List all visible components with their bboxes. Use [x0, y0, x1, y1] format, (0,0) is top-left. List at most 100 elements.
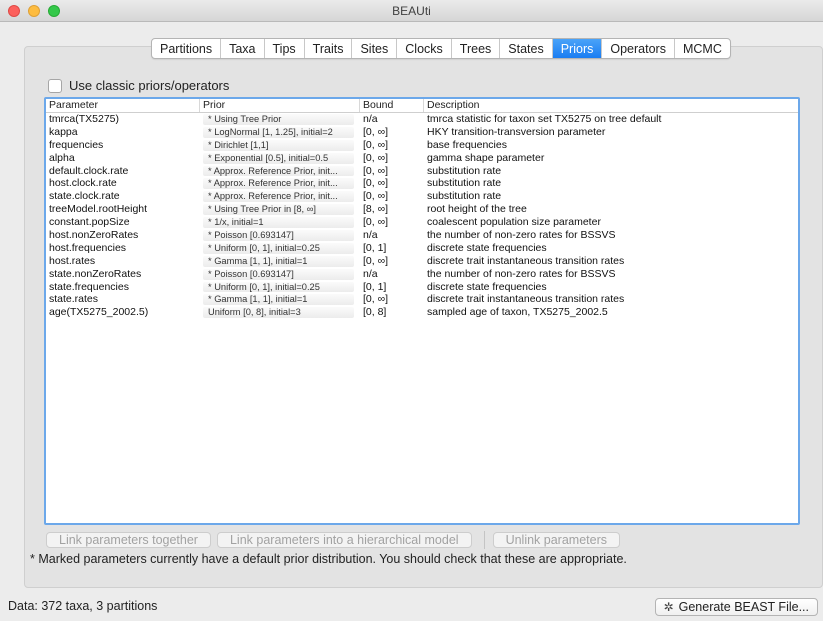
table-row[interactable]: tmrca(TX5275) * Using Tree Prior n/a tmrca … [46, 113, 798, 126]
bound-cell: [0, 8] [363, 306, 387, 319]
prior-button[interactable]: * Uniform [0, 1], initial=0.25 [203, 281, 354, 293]
description-cell: discrete state frequencies [427, 241, 547, 254]
bound-cell: [0, ∞] [363, 151, 388, 164]
link-hierarchical-button[interactable]: Link parameters into a hierarchical mode… [216, 532, 472, 548]
unlink-parameters-button[interactable]: Unlink parameters [492, 532, 620, 548]
priors-table[interactable]: Parameter Prior Bound Description tmrca(… [44, 97, 800, 525]
column-header-prior[interactable]: Prior [200, 99, 360, 112]
tab-tips[interactable]: Tips [265, 39, 305, 58]
generate-button-label: Generate BEAST File... [678, 600, 809, 614]
classic-priors-option: Use classic priors/operators [48, 78, 229, 93]
prior-button[interactable]: * 1/x, initial=1 [203, 217, 354, 229]
prior-button[interactable]: * LogNormal [1, 1.25], initial=2 [203, 126, 354, 138]
bound-cell: [0, ∞] [363, 164, 388, 177]
prior-button[interactable]: * Gamma [1, 1], initial=1 [203, 294, 354, 306]
parameter-cell: alpha [49, 151, 75, 164]
parameter-cell: kappa [49, 125, 78, 138]
status-bar: Data: 372 taxa, 3 partitions ✲ Generate … [0, 589, 823, 621]
link-parameters-button[interactable]: Link parameters together [46, 532, 211, 548]
tab-priors[interactable]: Priors [552, 39, 603, 58]
prior-button[interactable]: * Poisson [0.693147] [203, 230, 354, 241]
table-row[interactable]: host.nonZeroRates * Poisson [0.693147] n/a… [46, 229, 798, 242]
table-header: Parameter Prior Bound Description [46, 99, 798, 113]
bound-cell: [0, ∞] [363, 254, 388, 267]
description-cell: the number of non-zero rates for BSSVS [427, 229, 616, 242]
parameter-cell: default.clock.rate [49, 164, 129, 177]
table-row[interactable]: alpha * Exponential [0.5], initial=0.5 [0,… [46, 152, 798, 165]
table-row[interactable]: default.clock.rate * Approx. Reference Pr… [46, 165, 798, 178]
column-header-parameter[interactable]: Parameter [46, 99, 200, 112]
prior-button[interactable]: * Approx. Reference Prior, init... [203, 178, 354, 190]
tab-taxa[interactable]: Taxa [221, 39, 265, 58]
table-row[interactable]: age(TX5275_2002.5) Uniform [0, 8], initia… [46, 306, 798, 319]
prior-button[interactable]: * Poisson [0.693147] [203, 268, 354, 280]
bound-cell: [0, ∞] [363, 125, 388, 138]
tab-sites[interactable]: Sites [352, 39, 398, 58]
parameter-cell: treeModel.rootHeight [49, 203, 148, 216]
parameter-link-buttons: Link parameters together Link parameters… [46, 531, 626, 549]
tab-trees[interactable]: Trees [452, 39, 501, 58]
prior-button[interactable]: * Using Tree Prior [203, 114, 354, 125]
prior-button[interactable]: * Using Tree Prior in [8, ∞] [203, 204, 354, 216]
table-row[interactable]: host.frequencies * Uniform [0, 1], initia… [46, 242, 798, 255]
default-prior-note: * Marked parameters currently have a def… [30, 552, 627, 566]
description-cell: base frequencies [427, 138, 507, 151]
table-row[interactable]: host.rates * Gamma [1, 1], initial=1 [0, ∞… [46, 255, 798, 268]
prior-button[interactable]: * Gamma [1, 1], initial=1 [203, 255, 354, 267]
description-cell: sampled age of taxon, TX5275_2002.5 [427, 306, 608, 319]
tab-states[interactable]: States [500, 39, 553, 58]
parameter-cell: state.nonZeroRates [49, 267, 142, 280]
bound-cell: [8, ∞] [363, 203, 388, 216]
description-cell: coalescent population size parameter [427, 216, 601, 229]
bound-cell: [0, 1] [363, 241, 387, 254]
classic-priors-checkbox[interactable] [48, 78, 62, 93]
table-row[interactable]: state.rates * Gamma [1, 1], initial=1 [0, … [46, 293, 798, 306]
prior-button[interactable]: * Dirichlet [1,1] [203, 139, 354, 151]
tab-operators[interactable]: Operators [602, 39, 675, 58]
description-cell: discrete state frequencies [427, 280, 547, 293]
description-cell: tmrca statistic for taxon set TX5275 on … [427, 113, 662, 125]
classic-priors-label: Use classic priors/operators [69, 78, 230, 93]
tab-bar: Partitions Taxa Tips Traits Sites Clocks Trees… [151, 38, 731, 59]
table-row[interactable]: constant.popSize * 1/x, initial=1 [0, ∞] co… [46, 216, 798, 229]
description-cell: discrete trait instantaneous transition … [427, 293, 625, 306]
parameter-cell: constant.popSize [49, 216, 130, 229]
parameter-cell: host.nonZeroRates [49, 229, 139, 242]
table-row[interactable]: state.frequencies * Uniform [0, 1], initi… [46, 281, 798, 294]
prior-button[interactable]: * Exponential [0.5], initial=0.5 [203, 152, 354, 164]
parameter-cell: host.frequencies [49, 241, 127, 254]
table-row[interactable]: state.clock.rate * Approx. Reference Prio… [46, 190, 798, 203]
bound-cell: [0, ∞] [363, 293, 388, 306]
bound-cell: n/a [363, 267, 378, 280]
parameter-cell: tmrca(TX5275) [49, 113, 120, 125]
generate-beast-file-button[interactable]: ✲ Generate BEAST File... [654, 598, 818, 616]
prior-button[interactable]: * Approx. Reference Prior, init... [203, 191, 354, 203]
column-header-bound[interactable]: Bound [360, 99, 424, 112]
tab-partitions[interactable]: Partitions [152, 39, 222, 58]
table-row[interactable]: frequencies * Dirichlet [1,1] [0, ∞] base f… [46, 139, 798, 152]
tab-mcmc[interactable]: MCMC [675, 39, 730, 58]
table-row[interactable]: kappa * LogNormal [1, 1.25], initial=2 [0,… [46, 126, 798, 139]
prior-button[interactable]: * Uniform [0, 1], initial=0.25 [203, 242, 354, 254]
tab-clocks[interactable]: Clocks [397, 39, 452, 58]
data-summary: Data: 372 taxa, 3 partitions [8, 599, 158, 613]
prior-button[interactable]: Uniform [0, 8], initial=3 [203, 307, 354, 319]
bound-cell: [0, ∞] [363, 190, 388, 203]
table-row[interactable]: state.nonZeroRates * Poisson [0.693147] n/… [46, 268, 798, 281]
description-cell: root height of the tree [427, 203, 527, 216]
parameter-cell: state.rates [49, 293, 99, 306]
table-row[interactable]: host.clock.rate * Approx. Reference Prior… [46, 177, 798, 190]
table-row[interactable]: treeModel.rootHeight * Using Tree Prior i… [46, 203, 798, 216]
title-bar: BEAUti [0, 0, 823, 22]
bound-cell: [0, ∞] [363, 216, 388, 229]
bound-cell: [0, ∞] [363, 177, 388, 190]
description-cell: gamma shape parameter [427, 151, 545, 164]
bound-cell: [0, ∞] [363, 138, 388, 151]
bound-cell: n/a [363, 113, 378, 125]
column-header-description[interactable]: Description [424, 99, 798, 112]
prior-button[interactable]: * Approx. Reference Prior, init... [203, 165, 354, 177]
window-title: BEAUti [392, 4, 431, 18]
table-body: tmrca(TX5275) * Using Tree Prior n/a tmrca … [46, 113, 798, 319]
description-cell: discrete trait instantaneous transition … [427, 254, 625, 267]
tab-traits[interactable]: Traits [305, 39, 353, 58]
